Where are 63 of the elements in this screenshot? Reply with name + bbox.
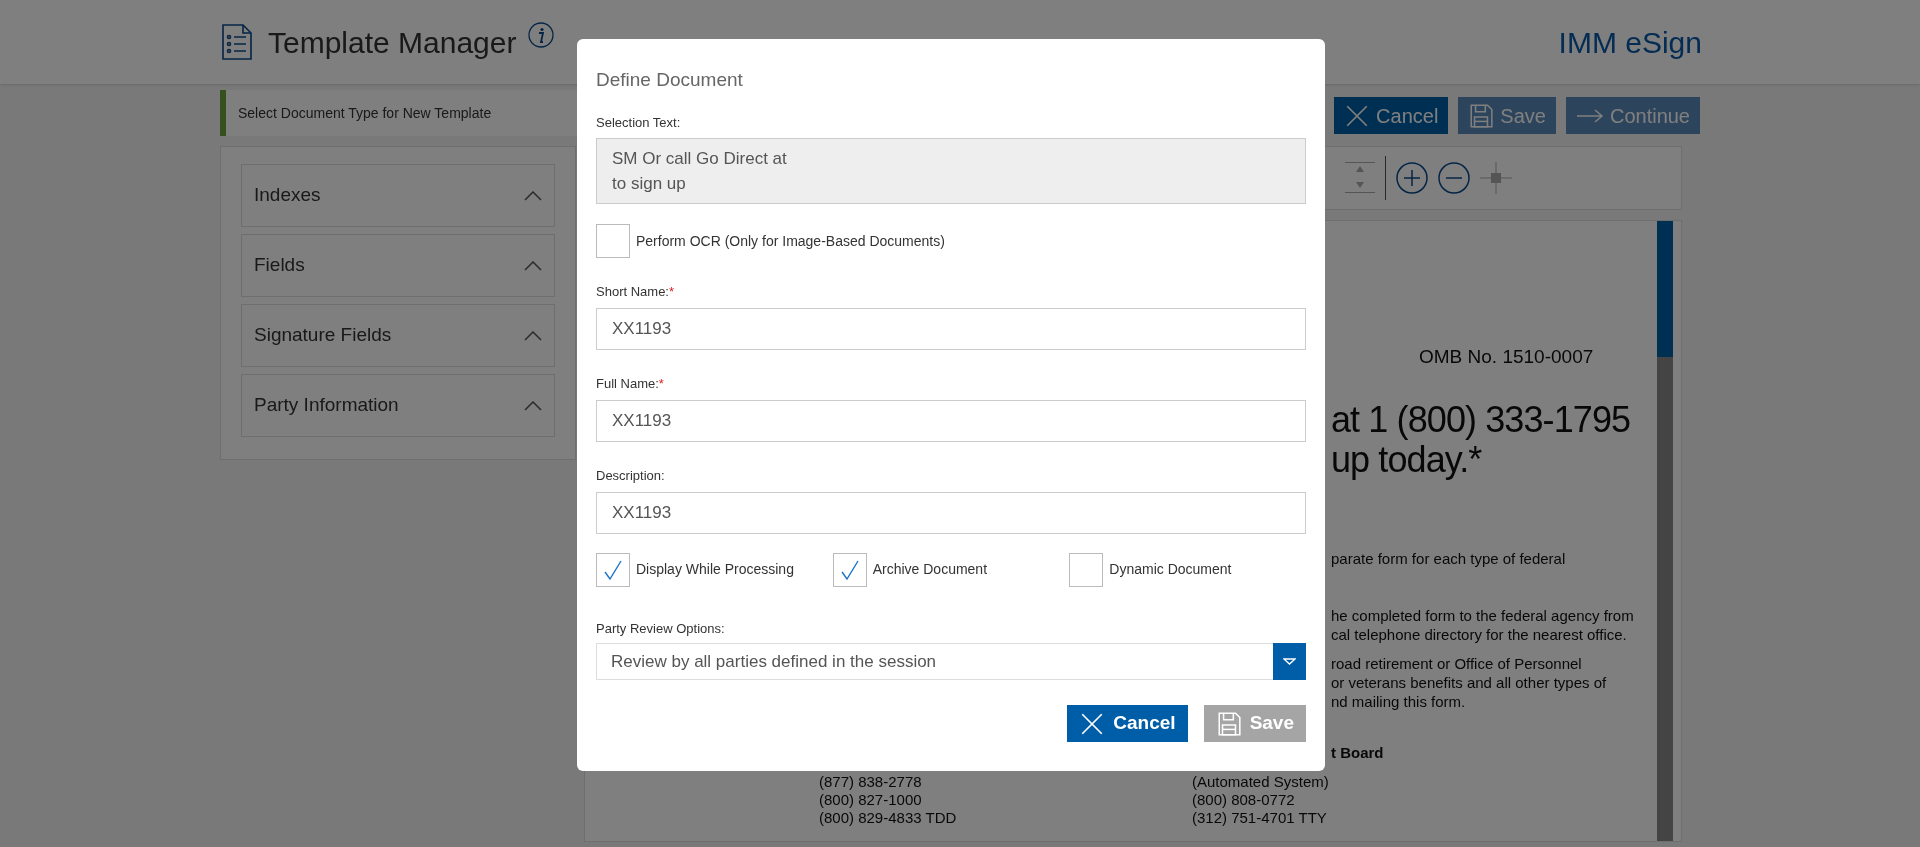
text-input[interactable]: XX1193 <box>596 400 1306 442</box>
selection-text-line: to sign up <box>612 173 687 195</box>
required-asterisk: * <box>658 376 664 392</box>
document-text: parate form for each type of federal <box>1331 549 1566 568</box>
checkmark-icon <box>603 558 623 581</box>
document-text: (800) 827-1000 <box>819 791 922 809</box>
checkbox[interactable] <box>596 552 630 587</box>
document-text: up today.* <box>1331 440 1482 480</box>
caret-down-icon <box>1283 658 1296 665</box>
dropdown-toggle[interactable] <box>1273 643 1306 680</box>
document-text: (312) 751-4701 TTY <box>1192 809 1327 827</box>
field-label: Short Name: <box>596 284 669 300</box>
brand-name: IMM eSign <box>1558 24 1702 61</box>
accordion-header[interactable]: Signature Fields <box>241 304 555 367</box>
accordion-header[interactable]: Fields <box>241 234 555 297</box>
document-text: at 1 (800) 333-1795 <box>1331 400 1631 440</box>
document-text: cal telephone directory for the nearest office. <box>1331 625 1627 644</box>
page-title: Template Manager <box>268 24 517 61</box>
text-input[interactable]: XX1193 <box>596 492 1306 534</box>
chevron-up-icon <box>524 330 542 341</box>
continue-button[interactable]: Continue <box>1565 97 1700 134</box>
checkbox[interactable] <box>832 552 867 587</box>
review-options-dropdown[interactable]: Review by all parties defined in the session <box>596 643 1306 680</box>
text-input[interactable]: XX1193 <box>596 308 1306 350</box>
checkbox[interactable] <box>596 224 630 258</box>
field-label: Full Name: <box>596 376 659 392</box>
document-text: OMB No. 1510-0007 <box>1419 346 1594 368</box>
selection-text-line: SM Or call Go Direct at <box>612 148 788 170</box>
checkbox[interactable] <box>1069 552 1104 587</box>
checkbox-label: Display While Processing <box>636 560 794 579</box>
checkbox-label: Dynamic Document <box>1109 560 1232 579</box>
scrollbar[interactable] <box>1657 221 1673 841</box>
document-text: road retirement or Office of Personnel <box>1331 654 1582 673</box>
required-asterisk: * <box>669 284 675 300</box>
save-button[interactable]: Save <box>1458 97 1556 134</box>
document-text: (877) 838-2778 <box>819 773 922 791</box>
accordion-header[interactable]: Indexes <box>241 164 555 227</box>
chevron-up-icon <box>524 260 542 271</box>
field-label: Description: <box>596 468 665 484</box>
checkmark-icon <box>839 558 860 581</box>
chevron-up-icon <box>524 400 542 411</box>
cancel-button[interactable]: Cancel <box>1334 97 1449 134</box>
accordion-header[interactable]: Party Information <box>241 374 555 437</box>
document-text: t Board <box>1331 743 1384 762</box>
field-label: Party Review Options: <box>596 621 726 637</box>
arrow-right-icon <box>1575 107 1604 124</box>
cancel-button[interactable]: Cancel <box>1067 705 1188 742</box>
zoom-out-icon[interactable] <box>1438 162 1470 194</box>
document-text: (Automated System) <box>1192 773 1329 791</box>
document-text: he completed form to the federal agency from <box>1331 606 1634 625</box>
document-text: or veterans benefits and all other types of <box>1331 673 1607 692</box>
chevron-up-icon <box>524 190 542 201</box>
zoom-in-icon[interactable] <box>1396 162 1428 194</box>
checkbox-label: Perform OCR (Only for Image-Based Documents) <box>636 231 945 251</box>
document-list-icon <box>222 24 252 60</box>
document-text: nd mailing this form. <box>1331 692 1466 711</box>
info-icon[interactable] <box>528 22 555 48</box>
dialog-title: Define Document <box>596 68 744 92</box>
checkbox-label: Archive Document <box>872 560 988 579</box>
fit-page-icon[interactable] <box>1480 162 1512 194</box>
document-text: (800) 829-4833 TDD <box>819 809 957 827</box>
document-text: (800) 808-0772 <box>1192 791 1295 809</box>
field-label: Selection Text: <box>596 115 682 131</box>
